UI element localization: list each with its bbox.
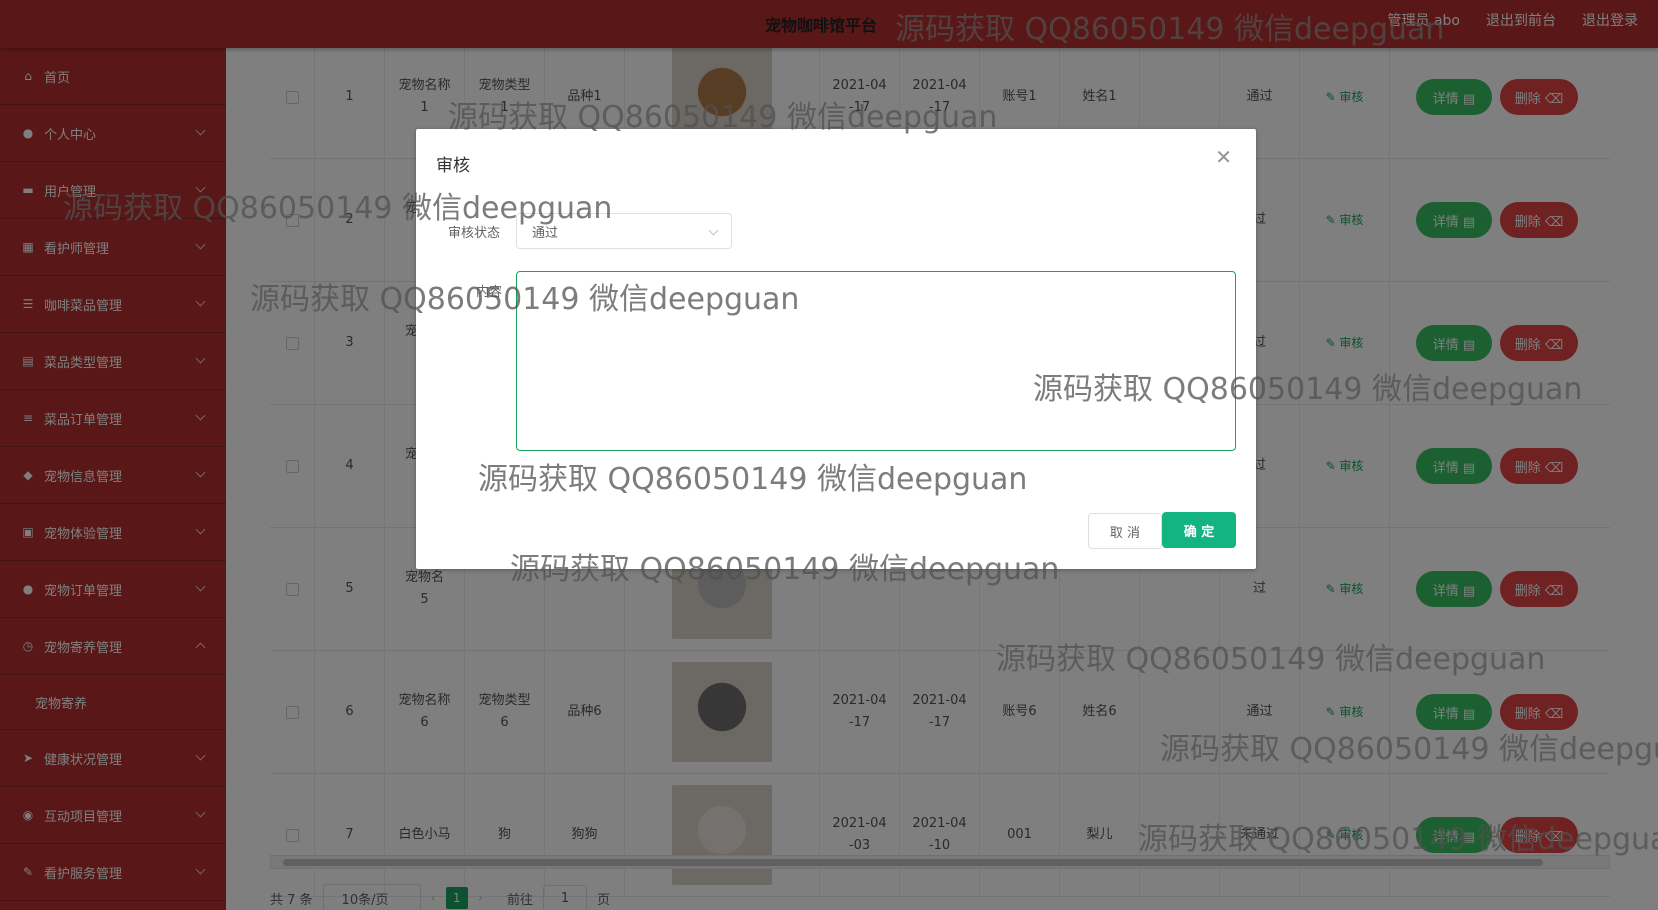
content-label: 内容 — [476, 285, 503, 300]
close-icon[interactable]: ✕ — [1215, 145, 1232, 169]
audit-status-select[interactable]: 通过 — [516, 213, 732, 249]
cancel-button[interactable]: 取 消 — [1088, 513, 1162, 549]
audit-status-label: 审核状态 — [448, 226, 501, 241]
audit-dialog: 审核 ✕ 审核状态 通过 内容 取 消 确 定 — [416, 129, 1256, 569]
app-root: 宠物咖啡馆平台 管理员 abo 退出到前台 退出登录 ⌂首页 ●个人中心 ▬用户… — [0, 0, 1658, 910]
confirm-button[interactable]: 确 定 — [1162, 512, 1236, 548]
dialog-title: 审核 — [436, 156, 470, 176]
audit-content-textarea[interactable] — [516, 271, 1236, 451]
chevron-down-icon — [708, 225, 719, 236]
audit-status-value: 通过 — [532, 225, 559, 241]
